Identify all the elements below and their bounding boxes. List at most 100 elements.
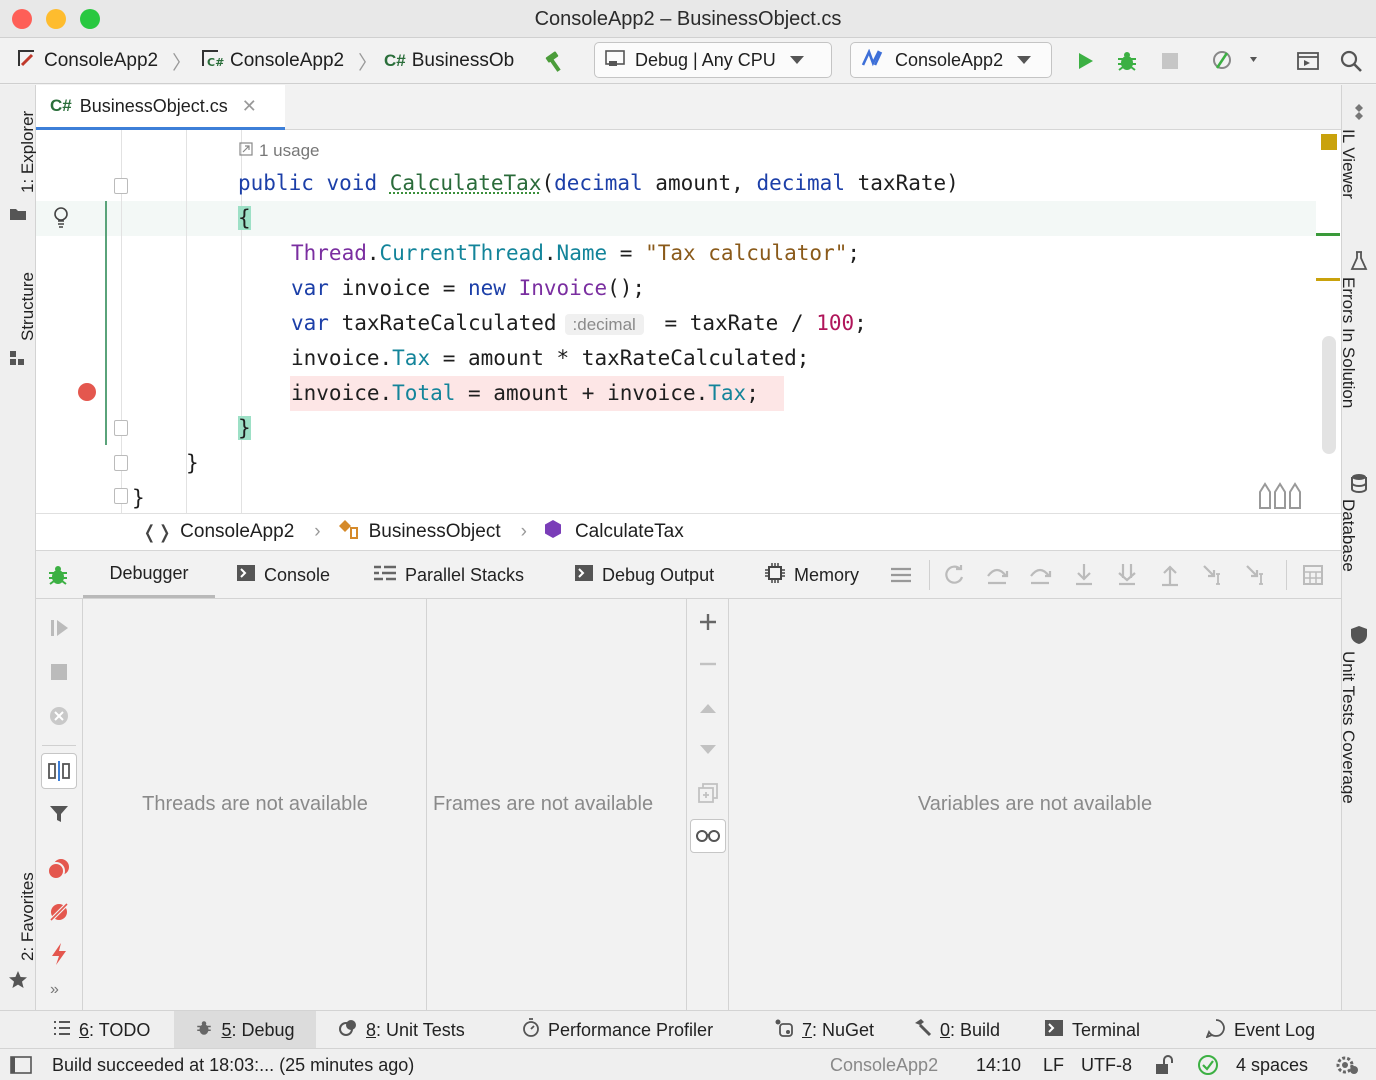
usage-hint[interactable]: 1 usage	[239, 141, 320, 161]
code-line-class-close: }	[186, 451, 199, 475]
close-tab-icon[interactable]: ✕	[242, 96, 257, 117]
debug-bug-icon[interactable]	[1112, 46, 1142, 76]
database-tab[interactable]: Database	[1338, 499, 1358, 572]
step-over-alt-icon[interactable]	[1027, 562, 1053, 588]
nav-crumb-solution[interactable]: ConsoleApp2 〉	[16, 38, 191, 84]
tab-parallel-stacks[interactable]: Parallel Stacks	[373, 552, 524, 598]
tool-tab-event-log[interactable]: Event Log	[1205, 1011, 1315, 1049]
resume-icon[interactable]	[46, 615, 72, 641]
layout-icon[interactable]	[1293, 46, 1323, 76]
stop-icon[interactable]	[46, 659, 72, 685]
code-line-taxrate: var taxRateCalculated:decimal = taxRate …	[291, 311, 867, 335]
nav-crumb-project[interactable]: C# ConsoleApp2 〉	[200, 38, 377, 84]
variables-empty-text: Variables are not available	[917, 793, 1153, 815]
chevron-right-icon: ›	[314, 521, 321, 542]
lightbulb-icon[interactable]	[52, 205, 70, 234]
breakpoint-icon[interactable]	[78, 383, 96, 401]
stripe-marker[interactable]	[1316, 233, 1340, 236]
frames-empty-text: Frames are not available	[433, 793, 654, 815]
duplicate-watch-icon[interactable]	[695, 780, 721, 806]
run-icon[interactable]	[1070, 46, 1100, 76]
debug-side-toolbar: »	[36, 599, 83, 1010]
mute-icon[interactable]	[46, 703, 72, 729]
tool-tab-debug[interactable]: 5: Debug	[174, 1011, 316, 1049]
unit-tests-coverage-tab[interactable]: Unit Tests Coverage	[1338, 651, 1358, 804]
breadcrumb-method[interactable]: CalculateTax	[575, 521, 684, 543]
lock-icon[interactable]	[1155, 1049, 1177, 1080]
more-chevron-icon[interactable]: »	[50, 981, 59, 999]
status-encoding[interactable]: UTF-8	[1081, 1049, 1132, 1080]
settings-gear-icon[interactable]	[1333, 1049, 1361, 1080]
run-to-cursor-icon[interactable]	[1201, 562, 1227, 588]
errors-in-solution-tab[interactable]: Errors In Solution	[1338, 277, 1358, 408]
breadcrumb-class[interactable]: BusinessObject	[369, 521, 501, 543]
chevron-down-icon	[789, 56, 804, 64]
fold-marker-icon[interactable]	[114, 455, 128, 471]
move-up-icon[interactable]	[695, 695, 721, 721]
variables-pane[interactable]: Variables are not available	[729, 599, 1341, 1010]
show-execution-point-icon[interactable]	[941, 562, 967, 588]
shield-icon	[1349, 625, 1369, 650]
breadcrumb-namespace[interactable]: ConsoleApp2	[180, 521, 294, 543]
structure-tab[interactable]: Structure	[18, 272, 38, 341]
status-project[interactable]: ConsoleApp2	[830, 1049, 938, 1080]
add-watch-icon[interactable]	[695, 609, 721, 635]
editor-tab-businessobject[interactable]: C# BusinessObject.cs ✕	[36, 85, 285, 130]
evaluate-expression-icon[interactable]	[1300, 562, 1326, 588]
step-into-icon[interactable]	[1071, 562, 1097, 588]
status-message[interactable]: Build succeeded at 18:03:... (25 minutes…	[52, 1049, 414, 1080]
tool-tab-build[interactable]: 0: Build	[912, 1011, 1000, 1049]
coverage-dropdown-icon[interactable]	[1208, 46, 1264, 76]
tool-tab-todo[interactable]: 6: TODO	[53, 1011, 150, 1049]
frames-pane[interactable]: Frames are not available	[427, 599, 686, 1010]
editor-scrollbar[interactable]	[1322, 336, 1336, 454]
view-breakpoints-icon[interactable]	[46, 856, 72, 882]
tool-tab-terminal[interactable]: Terminal	[1044, 1011, 1140, 1049]
show-watches-glasses-icon[interactable]	[690, 819, 726, 853]
step-over-icon[interactable]	[984, 562, 1010, 588]
mute-breakpoints-icon[interactable]	[46, 899, 72, 925]
step-out-icon[interactable]	[1157, 562, 1183, 588]
fold-marker-icon[interactable]	[114, 488, 128, 504]
inspection-status-icon[interactable]	[1321, 134, 1337, 150]
stop-icon[interactable]	[1155, 46, 1185, 76]
force-run-to-cursor-icon[interactable]	[1244, 562, 1270, 588]
tab-debugger[interactable]: Debugger	[83, 552, 215, 598]
status-indent[interactable]: 4 spaces	[1236, 1049, 1308, 1080]
layout-split-icon[interactable]	[41, 753, 77, 789]
structure-icon	[9, 350, 25, 371]
favorites-tab[interactable]: 2: Favorites	[18, 872, 38, 961]
explorer-tab[interactable]: 1: Explorer	[18, 111, 38, 193]
il-viewer-tab[interactable]: IL Viewer	[1338, 129, 1358, 199]
threads-pane[interactable]: Threads are not available	[84, 599, 426, 1010]
tab-debug-output[interactable]: Debug Output	[574, 552, 714, 598]
toolbar-divider	[42, 745, 76, 746]
reader-mode-icon[interactable]	[1258, 480, 1304, 513]
tool-tab-nuget[interactable]: 7: NuGet	[774, 1011, 874, 1049]
status-panel-toggle-icon[interactable]	[10, 1049, 32, 1080]
exception-lightning-icon[interactable]	[46, 941, 72, 967]
stripe-marker[interactable]	[1316, 278, 1340, 281]
parallel-stacks-icon	[373, 564, 397, 587]
tool-tab-unit-tests[interactable]: 8: Unit Tests	[338, 1011, 465, 1049]
force-step-into-icon[interactable]	[1114, 562, 1140, 588]
build-hammer-icon[interactable]	[540, 46, 570, 76]
fold-marker-icon[interactable]	[114, 420, 128, 436]
fold-marker-icon[interactable]	[114, 178, 128, 194]
move-down-icon[interactable]	[695, 737, 721, 763]
code-editor[interactable]: 1 usage public void CalculateTax(decimal…	[36, 130, 1341, 513]
search-icon[interactable]	[1336, 46, 1366, 76]
remove-watch-icon[interactable]	[695, 651, 721, 677]
status-position[interactable]: 14:10	[976, 1049, 1021, 1080]
filter-icon[interactable]	[46, 801, 72, 827]
status-line-ending[interactable]: LF	[1043, 1049, 1064, 1080]
chevron-right-icon: ›	[520, 521, 527, 542]
run-target-select[interactable]: ConsoleApp2	[850, 42, 1052, 78]
tool-tab-performance-profiler[interactable]: Performance Profiler	[522, 1011, 713, 1049]
tab-memory[interactable]: Memory	[764, 552, 859, 598]
menu-lines-icon[interactable]	[888, 562, 914, 588]
tab-console[interactable]: Console	[236, 552, 330, 598]
nav-crumb-file[interactable]: C# BusinessOb	[384, 38, 524, 84]
build-config-select[interactable]: Debug | Any CPU	[594, 42, 832, 78]
inspection-ok-icon[interactable]	[1197, 1049, 1219, 1080]
